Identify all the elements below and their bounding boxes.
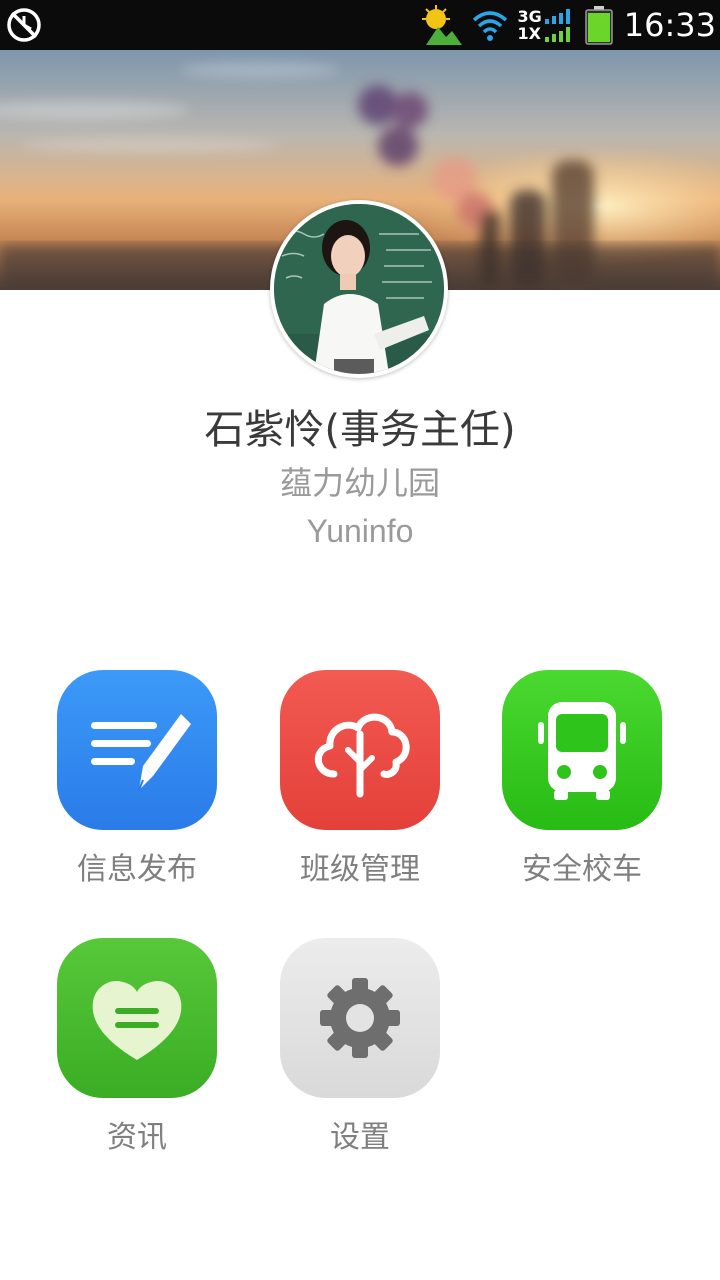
app-label: 班级管理 [300,852,420,887]
app-label: 设置 [330,1120,390,1155]
network-type-bottom: 1X [517,24,541,43]
network-type-top: 3G [517,7,542,26]
user-name: 石紫怜(事务主任) [204,407,516,453]
alarm-off-icon [6,7,42,43]
photo-notification-icon [420,5,462,45]
clock: 16:33 [623,6,716,44]
status-bar: 3G 1X 16:33 [0,0,720,50]
battery-icon [584,5,614,45]
wifi-icon [472,8,508,42]
bus-icon[interactable] [502,670,662,830]
heart-note-icon[interactable] [57,938,217,1098]
signal-icon: 3G 1X [518,7,574,43]
app-label: 信息发布 [77,852,197,887]
school-name: 蕴力幼儿园 [279,464,440,502]
avatar-photo [274,204,444,374]
app-class-management[interactable]: 班级管理 [260,670,460,910]
app-news[interactable]: 资讯 [37,938,237,1178]
app-school-bus[interactable]: 安全校车 [482,670,682,910]
avatar[interactable] [270,200,448,378]
edit-message-icon[interactable] [57,670,217,830]
app-label: 安全校车 [522,852,642,887]
app-settings[interactable]: 设置 [260,938,460,1178]
gear-icon[interactable] [280,938,440,1098]
app-info-publish[interactable]: 信息发布 [37,670,237,910]
app-label: 资讯 [107,1120,167,1155]
organization-name: Yuninfo [306,513,414,549]
tree-cloud-icon[interactable] [280,670,440,830]
